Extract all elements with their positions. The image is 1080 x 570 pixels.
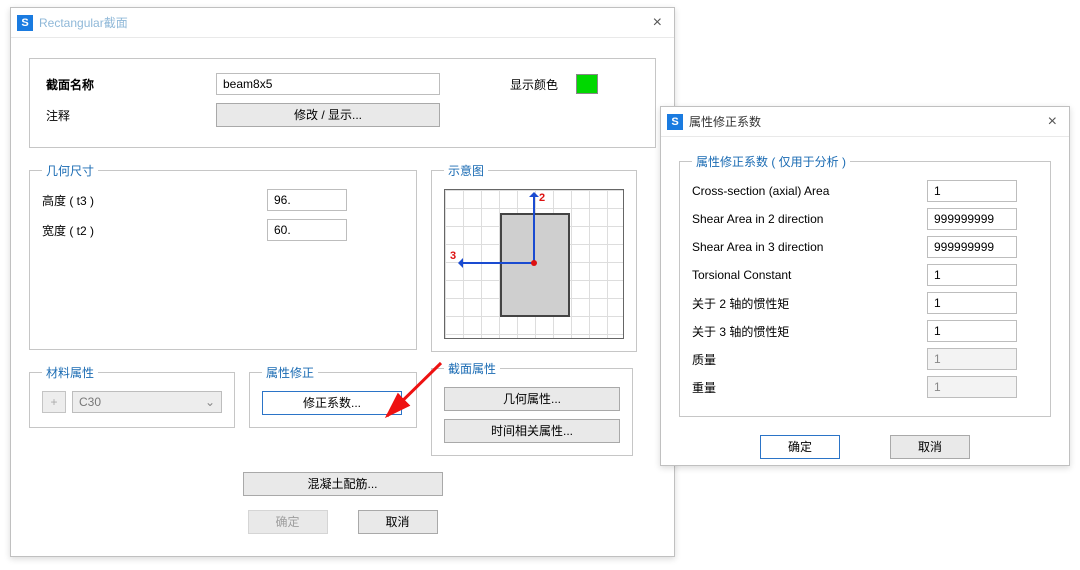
section-prop-legend: 截面属性	[444, 360, 500, 377]
modifier-label: Torsional Constant	[692, 268, 927, 282]
time-dep-button[interactable]: 时间相关属性...	[444, 419, 620, 443]
concrete-rebar-button[interactable]: 混凝土配筋...	[243, 472, 443, 496]
modifier-row: Shear Area in 3 direction	[692, 236, 1038, 258]
main-titlebar: S Rectangular截面 ×	[11, 8, 674, 38]
preview-group: 示意图 2 3	[431, 162, 637, 352]
main-ok-button[interactable]: 确定	[248, 510, 328, 534]
section-preview: 2 3	[444, 189, 624, 339]
modifier-label: 质量	[692, 351, 927, 368]
material-combo[interactable]: C30 ⌄	[72, 391, 222, 413]
modifier-button[interactable]: 修正系数...	[262, 391, 402, 415]
modifier-row: 重量	[692, 376, 1038, 398]
modifier-dialog: S 属性修正系数 × 属性修正系数 ( 仅用于分析 ) Cross-sectio…	[660, 106, 1070, 466]
main-cancel-button[interactable]: 取消	[358, 510, 438, 534]
material-legend: 材料属性	[42, 364, 98, 381]
dialog-titlebar: S 属性修正系数 ×	[661, 107, 1069, 137]
annotation-label: 注释	[46, 107, 216, 124]
modifier-label: Shear Area in 2 direction	[692, 212, 927, 226]
main-window: S Rectangular截面 × 截面名称 显示颜色 注释 修改 / 显示..…	[10, 7, 675, 557]
modifier-label: 关于 3 轴的惯性矩	[692, 323, 927, 340]
material-group: 材料属性 + C30 ⌄	[29, 364, 235, 428]
geometry-group: 几何尺寸 高度 ( t3 ) 宽度 ( t2 )	[29, 162, 417, 350]
axis-2-label: 2	[539, 192, 545, 204]
axis-origin	[531, 260, 537, 266]
modifier-row: Shear Area in 2 direction	[692, 208, 1038, 230]
app-icon: S	[667, 114, 683, 130]
height-input[interactable]	[267, 189, 347, 211]
modifier-fieldset-legend: 属性修正系数 ( 仅用于分析 )	[692, 153, 850, 170]
modifier-input[interactable]	[927, 292, 1017, 314]
modifier-row: 质量	[692, 348, 1038, 370]
modifier-input[interactable]	[927, 208, 1017, 230]
dialog-title: 属性修正系数	[689, 113, 761, 130]
axis-3-label: 3	[450, 250, 456, 262]
width-label: 宽度 ( t2 )	[42, 222, 267, 239]
modifier-input[interactable]	[927, 320, 1017, 342]
modifier-label: Cross-section (axial) Area	[692, 184, 927, 198]
modifier-input	[927, 376, 1017, 398]
section-name-label: 截面名称	[46, 76, 216, 93]
add-material-button[interactable]: +	[42, 391, 66, 413]
dialog-ok-button[interactable]: 确定	[760, 435, 840, 459]
display-color-label: 显示颜色	[510, 76, 558, 93]
close-icon[interactable]: ×	[1044, 113, 1061, 131]
geom-prop-button[interactable]: 几何属性...	[444, 387, 620, 411]
modifier-input[interactable]	[927, 180, 1017, 202]
modifier-input	[927, 348, 1017, 370]
modifier-row: Torsional Constant	[692, 264, 1038, 286]
app-icon: S	[17, 15, 33, 31]
modifier-label: Shear Area in 3 direction	[692, 240, 927, 254]
height-label: 高度 ( t3 )	[42, 192, 267, 209]
modifier-label: 重量	[692, 379, 927, 396]
modifier-row: 关于 3 轴的惯性矩	[692, 320, 1038, 342]
dialog-cancel-button[interactable]: 取消	[890, 435, 970, 459]
close-icon[interactable]: ×	[649, 14, 666, 32]
chevron-down-icon: ⌄	[205, 395, 215, 409]
axis-2-line	[533, 193, 535, 263]
main-title: Rectangular截面	[39, 14, 128, 31]
modify-show-button[interactable]: 修改 / 显示...	[216, 103, 440, 127]
modifier-row: Cross-section (axial) Area	[692, 180, 1038, 202]
modifier-legend: 属性修正	[262, 364, 318, 381]
section-prop-group: 截面属性 几何属性... 时间相关属性...	[431, 360, 633, 456]
modifier-input[interactable]	[927, 236, 1017, 258]
modifier-group: 属性修正 修正系数...	[249, 364, 417, 428]
width-input[interactable]	[267, 219, 347, 241]
axis-3-line	[459, 262, 535, 264]
section-name-input[interactable]	[216, 73, 440, 95]
geometry-legend: 几何尺寸	[42, 162, 98, 179]
color-swatch[interactable]	[576, 74, 598, 94]
modifier-label: 关于 2 轴的惯性矩	[692, 295, 927, 312]
modifier-input[interactable]	[927, 264, 1017, 286]
modifier-row: 关于 2 轴的惯性矩	[692, 292, 1038, 314]
preview-legend: 示意图	[444, 162, 488, 179]
modifier-fieldset: 属性修正系数 ( 仅用于分析 ) Cross-section (axial) A…	[679, 153, 1051, 417]
material-value: C30	[79, 395, 101, 409]
